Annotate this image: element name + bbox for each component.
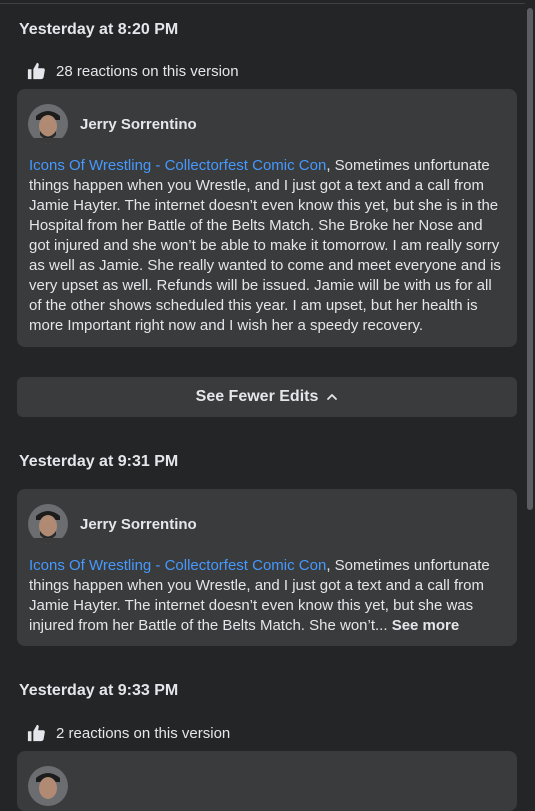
see-fewer-edits-button[interactable]: See Fewer Edits — [17, 377, 517, 417]
author-row[interactable]: Jerry Sorrentino — [28, 104, 197, 144]
page-link[interactable]: Icons Of Wrestling - Collectorfest Comic… — [29, 157, 326, 174]
author-row[interactable] — [28, 766, 68, 806]
edit-timestamp: Yesterday at 9:33 PM — [19, 682, 179, 699]
avatar[interactable] — [28, 104, 68, 144]
scrollbar[interactable] — [525, 0, 535, 781]
edit-timestamp: Yesterday at 8:20 PM — [19, 21, 179, 38]
avatar[interactable] — [28, 504, 68, 544]
post-body: , Sometimes unfortunate things happen wh… — [29, 157, 501, 334]
top-divider — [0, 3, 535, 4]
page-link[interactable]: Icons Of Wrestling - Collectorfest Comic… — [29, 557, 326, 574]
edit-card: Jerry Sorrentino Icons Of Wrestling - Co… — [17, 89, 517, 347]
reactions-summary[interactable]: 2 reactions on this version — [27, 723, 230, 743]
edit-card: Jerry Sorrentino Icons Of Wrestling - Co… — [17, 489, 517, 646]
post-text: Icons Of Wrestling - Collectorfest Comic… — [29, 156, 507, 336]
author-name[interactable]: Jerry Sorrentino — [80, 116, 197, 133]
author-name[interactable]: Jerry Sorrentino — [80, 516, 197, 533]
scrollbar-thumb[interactable] — [527, 8, 533, 510]
see-more-link[interactable]: See more — [392, 617, 460, 634]
like-icon — [27, 62, 45, 80]
reactions-summary[interactable]: 28 reactions on this version — [27, 61, 239, 81]
reactions-count: 28 reactions on this version — [56, 62, 239, 80]
like-icon — [27, 724, 45, 742]
edit-card — [17, 751, 517, 811]
edit-timestamp: Yesterday at 9:31 PM — [19, 453, 179, 470]
see-fewer-label: See Fewer Edits — [195, 388, 319, 405]
avatar[interactable] — [28, 766, 68, 806]
reactions-count: 2 reactions on this version — [56, 724, 231, 742]
author-row[interactable]: Jerry Sorrentino — [28, 504, 197, 544]
chevron-up-icon — [327, 394, 338, 400]
post-text: Icons Of Wrestling - Collectorfest Comic… — [29, 556, 507, 636]
